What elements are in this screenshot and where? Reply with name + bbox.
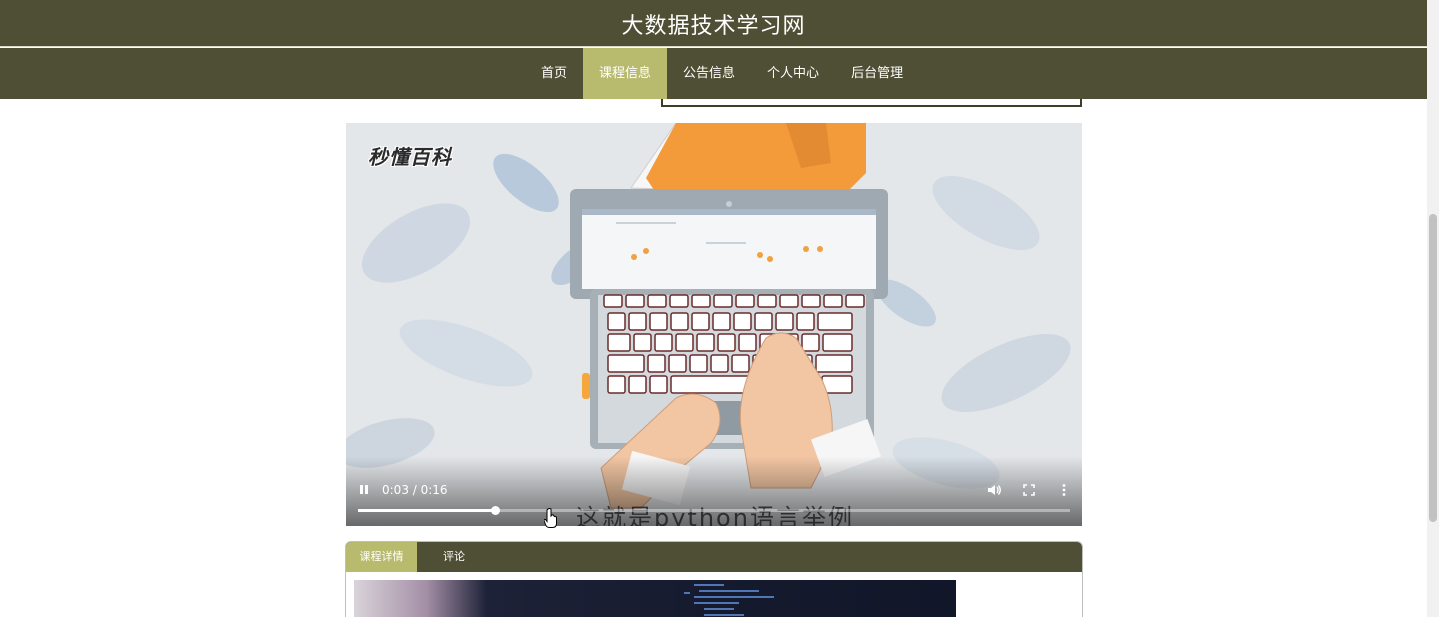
nav-item-courses[interactable]: 课程信息 [583,48,668,99]
tab-bar: 课程详情 评论 [346,542,1082,572]
nav-item-personal-center[interactable]: 个人中心 [751,48,835,99]
nav-bar: 首页 课程信息 公告信息 个人中心 后台管理 [0,48,1427,99]
video-watermark-logo: 秒懂百科 [368,145,452,169]
nav-list: 首页 课程信息 公告信息 个人中心 后台管理 [525,48,919,99]
video-player[interactable]: 秒懂百科 这就是python语言举例 0:03 / 0:16 [346,123,1082,526]
volume-button[interactable] [986,482,1002,498]
pause-icon [360,485,363,494]
more-vert-icon [1062,484,1066,496]
tab-course-details[interactable]: 课程详情 [346,542,417,572]
fullscreen-button[interactable] [1022,483,1036,497]
site-header: 大数据技术学习网 [0,0,1427,47]
progress-fill [358,509,495,512]
progress-bar[interactable] [358,506,1070,515]
dropdown-remnant [661,99,1082,107]
tab-comments[interactable]: 评论 [417,542,491,572]
time-display: 0:03 / 0:16 [382,483,448,497]
page-scrollbar[interactable] [1427,0,1439,617]
nav-item-admin[interactable]: 后台管理 [835,48,919,99]
hand-cursor-icon [544,508,557,528]
course-detail-image [354,580,956,617]
fullscreen-icon [1023,484,1035,496]
pause-button[interactable] [358,484,370,496]
site-title: 大数据技术学习网 [621,14,806,39]
volume-icon [988,485,1001,495]
more-options-button[interactable] [1058,483,1070,497]
course-tab-panel: 课程详情 评论 [345,541,1083,617]
page: 大数据技术学习网 首页 课程信息 公告信息 个人中心 后台管理 秒懂百科 这就是… [0,0,1427,617]
nav-item-home[interactable]: 首页 [525,48,583,99]
nav-item-announcements[interactable]: 公告信息 [667,48,751,99]
scrollbar-thumb[interactable] [1429,214,1437,522]
progress-thumb[interactable] [490,506,500,515]
video-subtitle: 这就是python语言举例 [576,504,854,526]
